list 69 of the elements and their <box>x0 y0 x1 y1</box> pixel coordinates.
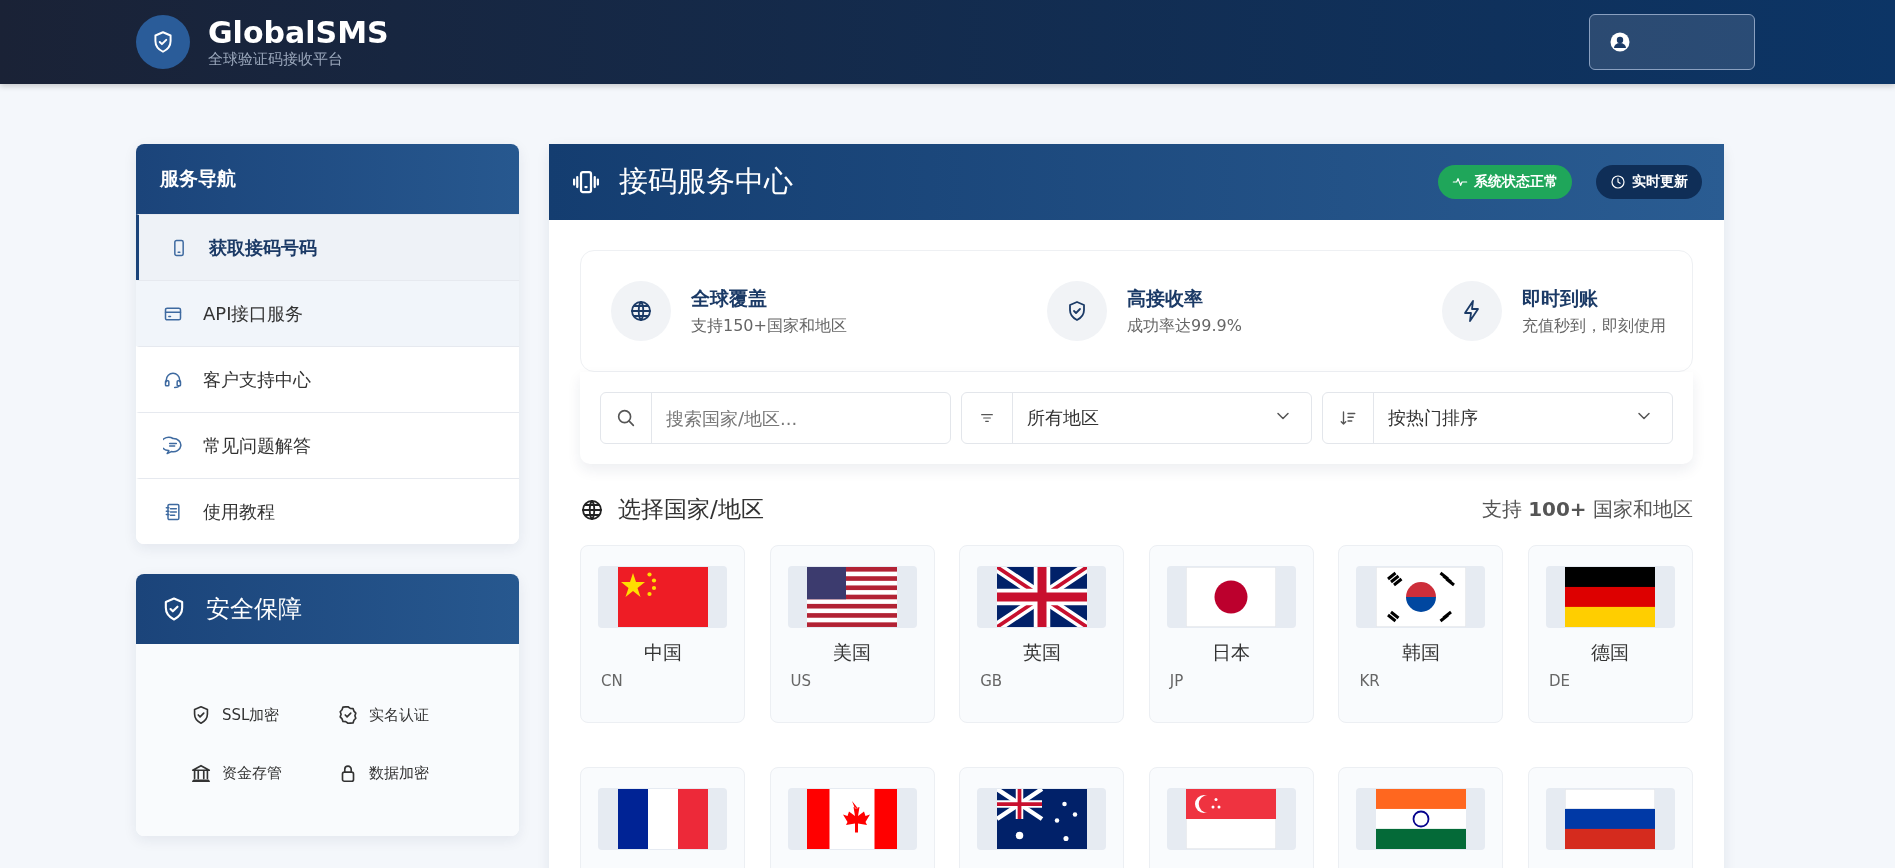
flag-icon <box>807 789 898 849</box>
nav-item[interactable]: API接口服务 <box>136 280 519 346</box>
security-feature: SSL加密 <box>222 705 280 725</box>
country-code: CN <box>601 672 624 690</box>
country-name: 韩国 <box>1400 640 1441 665</box>
flag-icon <box>1186 567 1277 627</box>
flag-icon <box>1375 567 1466 627</box>
region-dropdown[interactable]: 所有地区 <box>961 392 1312 444</box>
document-icon <box>163 501 183 522</box>
nav-title: 服务导航 <box>160 166 236 191</box>
bank-icon <box>190 762 212 784</box>
user-account-button[interactable] <box>1589 14 1755 70</box>
flag-icon <box>1565 789 1656 849</box>
nav-item[interactable]: 使用教程 <box>136 478 519 544</box>
country-name: 德国 <box>1590 640 1631 665</box>
search-field[interactable]: 搜索国家/地区... <box>600 392 951 444</box>
country-name: 日本 <box>1211 640 1252 665</box>
globe-icon <box>629 299 653 323</box>
security-feature: 实名认证 <box>369 705 429 725</box>
country-card[interactable]: 英国 GB <box>959 545 1125 723</box>
flag-icon <box>1565 567 1656 627</box>
site-subtitle: 全球验证码接收平台 <box>208 49 344 69</box>
status-badge: 系统状态正常 <box>1438 165 1572 199</box>
user-icon <box>1608 30 1632 54</box>
sort-dropdown[interactable]: 按热门排序 <box>1322 392 1673 444</box>
section-note: 支持 100+ 国家和地区 <box>1481 496 1693 523</box>
feature-title: 高接收率 <box>1127 285 1205 311</box>
clock-icon <box>1610 174 1626 190</box>
country-card[interactable]: 日本 JP <box>1148 545 1314 723</box>
nav-item[interactable]: 客户支持中心 <box>136 346 519 412</box>
flag-icon <box>617 567 708 627</box>
security-feature: 数据加密 <box>369 763 429 783</box>
globe-icon <box>580 497 604 522</box>
country-code: KR <box>1359 672 1381 690</box>
country-card[interactable]: 中国 CN <box>580 545 745 723</box>
country-name: 中国 <box>642 640 683 665</box>
flag-icon <box>1186 789 1277 849</box>
feature-title: 全球覆盖 <box>691 285 768 311</box>
country-name: 英国 <box>1021 640 1062 665</box>
country-name: 美国 <box>832 640 873 665</box>
feature-title: 即时到账 <box>1522 285 1599 311</box>
panel-title: 接码服务中心 <box>619 163 793 200</box>
feature-subtitle: 成功率达99.9% <box>1127 315 1242 337</box>
site-title: GlobalSMS <box>208 15 389 50</box>
feature-subtitle: 充值秒到，即刻使用 <box>1522 315 1666 337</box>
flag-icon <box>996 567 1087 627</box>
chat-bubble-icon <box>163 435 183 456</box>
country-card[interactable]: 美国 US <box>769 545 935 723</box>
flag-icon <box>807 567 898 627</box>
country-code: DE <box>1548 672 1571 690</box>
security-feature: 资金存管 <box>222 763 282 783</box>
check-badge-icon <box>337 704 359 726</box>
flag-icon <box>1375 789 1466 849</box>
country-card[interactable]: 韩国 KR <box>1338 545 1504 723</box>
section-title: 选择国家/地区 <box>618 495 764 524</box>
sort-icon <box>1339 409 1357 427</box>
nav-item[interactable]: 常见问题解答 <box>136 412 519 478</box>
country-code: JP <box>1169 672 1185 690</box>
country-code: GB <box>980 672 1004 690</box>
country-card[interactable]: 德国 DE <box>1527 545 1693 723</box>
feature-subtitle: 支持150+国家和地区 <box>691 315 847 337</box>
flag-icon <box>996 789 1087 849</box>
search-icon <box>615 407 637 429</box>
nav-item[interactable]: 获取接码号码 <box>136 214 519 280</box>
search-input[interactable]: 搜索国家/地区... <box>652 406 950 430</box>
flag-icon <box>617 789 708 849</box>
country-code: US <box>790 672 813 690</box>
security-title: 安全保障 <box>206 594 302 625</box>
live-update-badge: 实时更新 <box>1596 165 1702 199</box>
